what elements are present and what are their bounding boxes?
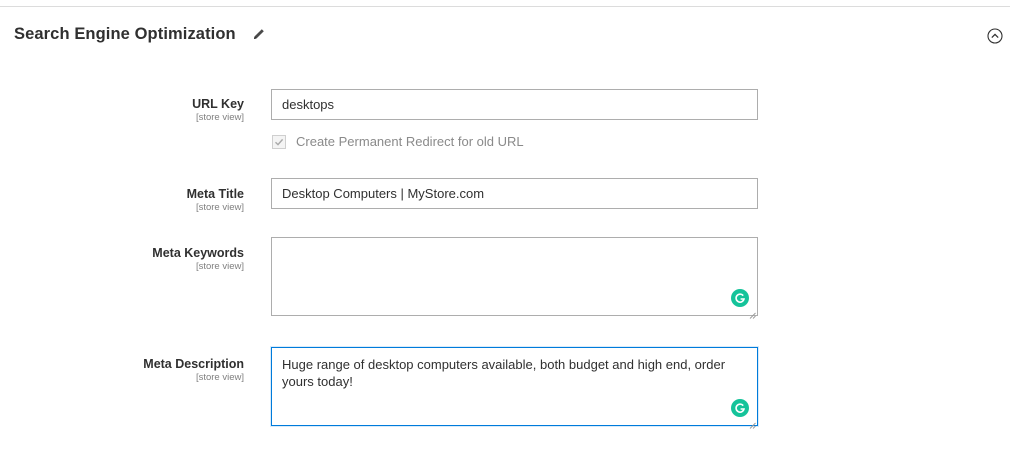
meta-keywords-label-block: Meta Keywords [store view] [14, 245, 244, 273]
url-key-label: URL Key [192, 97, 244, 111]
redirect-row: Create Permanent Redirect for old URL [272, 134, 524, 149]
section-header[interactable]: Search Engine Optimization [14, 22, 266, 46]
meta-title-label: Meta Title [186, 187, 244, 201]
resize-grip-icon[interactable] [749, 416, 756, 429]
meta-title-label-block: Meta Title [store view] [14, 186, 244, 214]
meta-description-label: Meta Description [143, 357, 244, 371]
pencil-icon[interactable] [252, 27, 266, 41]
meta-title-scope: [store view] [195, 202, 244, 213]
top-divider [0, 6, 1010, 7]
resize-grip-icon[interactable] [749, 306, 756, 319]
meta-description-textarea[interactable]: Huge range of desktop computers availabl… [271, 347, 758, 426]
meta-description-scope: [store view] [195, 372, 244, 383]
section-title: Search Engine Optimization [14, 24, 236, 43]
collapse-chevron-up-icon[interactable] [987, 28, 1003, 44]
meta-title-input[interactable] [271, 178, 758, 209]
grammarly-icon[interactable] [731, 289, 749, 307]
meta-keywords-scope: [store view] [195, 261, 244, 272]
url-key-scope: [store view] [195, 112, 244, 123]
url-key-input[interactable] [271, 89, 758, 120]
redirect-checkbox[interactable] [272, 134, 286, 149]
url-key-label-block: URL Key [store view] [14, 96, 244, 124]
meta-keywords-textarea[interactable] [271, 237, 758, 316]
grammarly-icon[interactable] [731, 399, 749, 417]
meta-keywords-label: Meta Keywords [152, 246, 244, 260]
redirect-checkbox-label: Create Permanent Redirect for old URL [296, 134, 524, 149]
meta-description-label-block: Meta Description [store view] [14, 356, 244, 384]
